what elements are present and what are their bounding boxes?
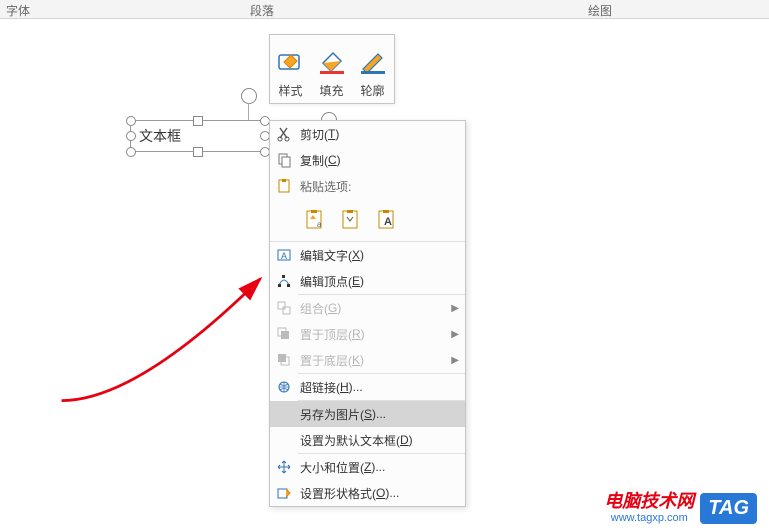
style-label: 样式 — [278, 82, 302, 99]
chevron-right-icon: ▶ — [451, 303, 459, 314]
resize-handle[interactable] — [193, 116, 203, 126]
copy-icon — [270, 152, 298, 168]
edit-text-icon: A — [270, 247, 298, 263]
menu-edit-text[interactable]: A 编辑文字(X) — [270, 242, 465, 268]
ribbon-tab-paragraph[interactable]: 段落 — [250, 2, 274, 19]
style-icon — [275, 44, 307, 80]
watermark: 电脑技术网 www.tagxp.com TAG — [604, 492, 757, 524]
format-shape-icon — [270, 485, 298, 501]
menu-edit-points[interactable]: 编辑顶点(E) — [270, 268, 465, 294]
outline-label: 轮廓 — [360, 82, 384, 99]
menu-size-position[interactable]: 大小和位置(Z)... — [270, 454, 465, 480]
annotation-arrow — [45, 260, 275, 410]
watermark-tag: TAG — [700, 493, 757, 524]
paste-option-merge[interactable] — [336, 205, 366, 235]
hyperlink-icon — [270, 379, 298, 395]
style-button[interactable]: 样式 — [270, 35, 311, 103]
menu-hyperlink[interactable]: 超链接(H)... — [270, 374, 465, 400]
menu-copy[interactable]: 复制(C) — [270, 147, 465, 173]
fill-icon — [316, 44, 348, 80]
menu-format-shape[interactable]: 设置形状格式(O)... — [270, 480, 465, 506]
chevron-right-icon: ▶ — [451, 355, 459, 366]
resize-handle[interactable] — [193, 147, 203, 157]
menu-set-default-textbox[interactable]: 设置为默认文本框(D) — [270, 427, 465, 453]
svg-text:A: A — [384, 216, 392, 228]
cut-icon — [270, 126, 298, 142]
bring-front-icon — [270, 326, 298, 342]
outline-icon — [357, 44, 389, 80]
menu-save-as-picture[interactable]: 另存为图片(S)... — [270, 401, 465, 427]
watermark-title: 电脑技术网 — [604, 492, 694, 512]
group-icon — [270, 300, 298, 316]
resize-handle[interactable] — [126, 147, 136, 157]
resize-handle[interactable] — [126, 116, 136, 126]
menu-send-back[interactable]: 置于底层(K) ▶ — [270, 347, 465, 373]
paste-options-row: a A — [270, 199, 465, 241]
context-menu: 剪切(T) 复制(C) 粘贴选项: a A A 编辑文字(X) — [269, 120, 466, 507]
ribbon-tab-drawing[interactable]: 绘图 — [588, 2, 612, 19]
rotate-handle-icon[interactable] — [241, 88, 257, 104]
send-back-icon — [270, 352, 298, 368]
ribbon-tab-font[interactable]: 字体 — [6, 2, 30, 19]
fill-button[interactable]: 填充 — [311, 35, 352, 103]
paste-option-text[interactable]: A — [372, 205, 402, 235]
paste-icon — [270, 178, 298, 194]
textbox-text: 文本框 — [139, 126, 181, 146]
ribbon-tabs: 字体 段落 绘图 — [0, 0, 769, 19]
edit-points-icon — [270, 273, 298, 289]
menu-cut[interactable]: 剪切(T) — [270, 121, 465, 147]
fill-label: 填充 — [319, 82, 343, 99]
paste-option-source[interactable]: a — [300, 205, 330, 235]
svg-text:A: A — [281, 251, 287, 261]
mini-toolbar: 样式 填充 轮廓 — [269, 34, 395, 104]
menu-group: 组合(G) ▶ — [270, 295, 465, 321]
resize-handle[interactable] — [126, 131, 136, 141]
menu-paste-header: 粘贴选项: — [270, 173, 465, 199]
watermark-url: www.tagxp.com — [611, 512, 688, 524]
size-position-icon — [270, 459, 298, 475]
outline-button[interactable]: 轮廓 — [352, 35, 393, 103]
menu-bring-front[interactable]: 置于顶层(R) ▶ — [270, 321, 465, 347]
svg-text:a: a — [317, 220, 322, 229]
rotate-stem — [248, 103, 249, 121]
chevron-right-icon: ▶ — [451, 329, 459, 340]
